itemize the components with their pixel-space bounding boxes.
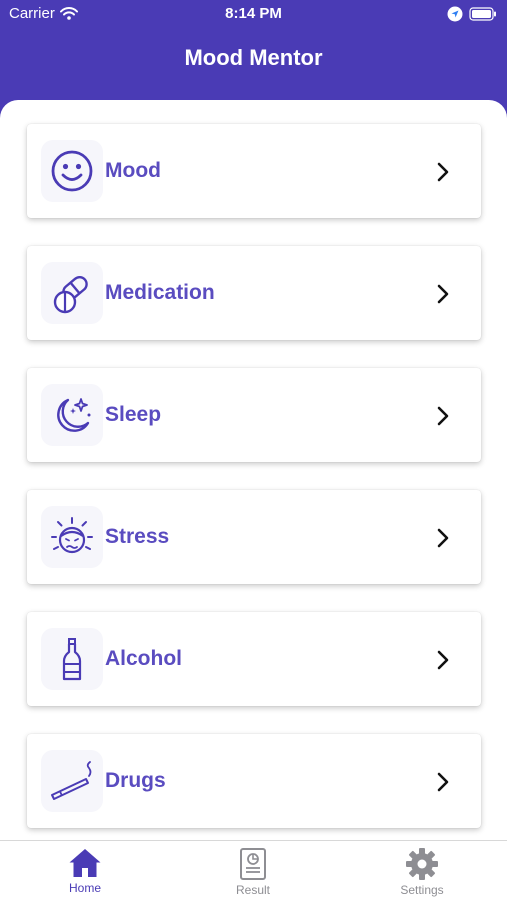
status-bar: Carrier 8:14 PM (0, 0, 507, 28)
chevron-right-icon (437, 406, 449, 426)
menu-item-label: Alcohol (105, 647, 182, 670)
bottle-icon (41, 628, 103, 690)
chevron-right-icon (437, 650, 449, 670)
chevron-right-icon (437, 284, 449, 304)
chevron-right-icon (437, 528, 449, 548)
tab-label: Settings (400, 883, 444, 897)
menu-item-alcohol[interactable]: Alcohol (27, 612, 481, 706)
tab-settings[interactable]: Settings (367, 847, 477, 899)
status-time: 8:14 PM (225, 5, 282, 22)
moon-stars-icon (41, 384, 103, 446)
chevron-right-icon (437, 772, 449, 792)
joint-icon (41, 750, 103, 812)
tab-home[interactable]: Home (30, 847, 140, 899)
menu-item-drugs[interactable]: Drugs (27, 734, 481, 828)
menu-item-sleep[interactable]: Sleep (27, 368, 481, 462)
stressed-face-icon (41, 506, 103, 568)
tab-label: Result (235, 883, 270, 897)
page-title: Mood Mentor (184, 45, 323, 70)
tab-bar: Home Result Settings (0, 840, 507, 901)
gear-icon (406, 848, 438, 880)
menu-item-label: Mood (105, 159, 161, 182)
home-icon (69, 849, 101, 877)
menu-list: Mood Medication Sleep Stress Alcohol Dru… (0, 100, 507, 840)
chevron-right-icon (437, 162, 449, 182)
menu-item-label: Medication (105, 281, 215, 304)
tab-result[interactable]: Result (198, 847, 308, 899)
location-arrow-icon (447, 6, 463, 22)
menu-item-mood[interactable]: Mood (27, 124, 481, 218)
menu-item-label: Sleep (105, 403, 162, 426)
pills-icon (41, 262, 103, 324)
menu-item-label: Drugs (105, 769, 166, 792)
tab-label: Home (68, 881, 101, 895)
smiley-icon (41, 140, 103, 202)
battery-icon (469, 7, 496, 21)
menu-item-stress[interactable]: Stress (27, 490, 481, 584)
menu-item-label: Stress (105, 525, 170, 548)
status-right (447, 6, 497, 22)
menu-item-medication[interactable]: Medication (27, 246, 481, 340)
report-icon (240, 848, 266, 880)
